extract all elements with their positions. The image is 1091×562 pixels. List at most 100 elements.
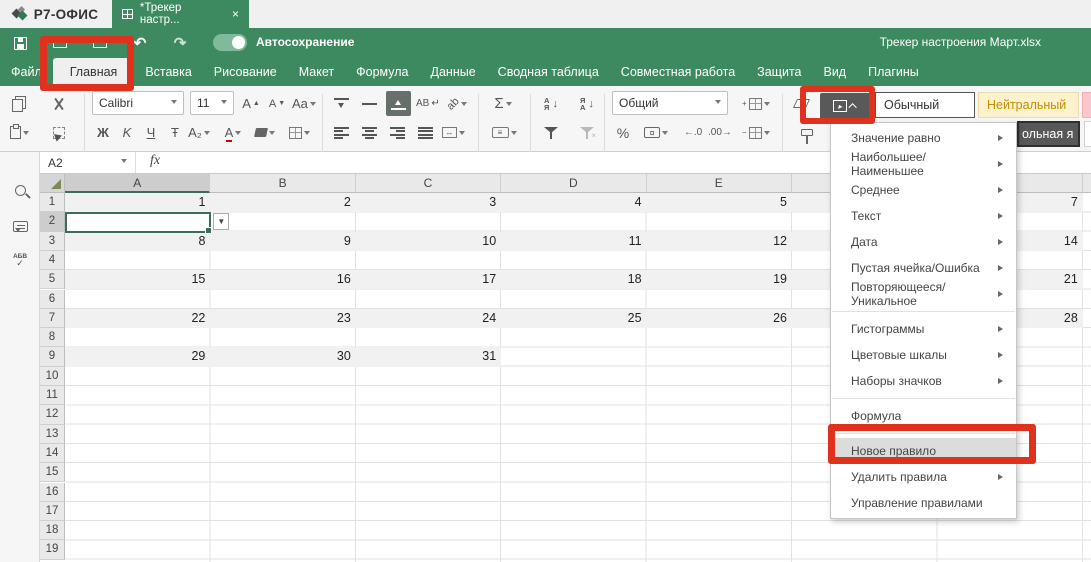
cf-menu-item[interactable]: Наибольшее/Наименьшее [831,151,1016,177]
increase-decimal-button[interactable]: .00→ [708,120,732,145]
sort-descending-button[interactable]: ЯА↓ [576,91,598,116]
clear-filter-button[interactable]: × [576,120,598,145]
cf-menu-item[interactable]: Значение равно [831,125,1016,151]
cell-value[interactable]: 11 [501,232,646,251]
row-header-15[interactable]: 15 [40,463,65,482]
search-button[interactable] [10,180,30,200]
row-header-6[interactable]: 6 [40,290,65,309]
copy-button[interactable] [8,91,30,116]
align-right-button[interactable] [386,120,408,145]
row-header-5[interactable]: 5 [40,270,65,289]
italic-button[interactable]: K [116,120,138,145]
cf-menu-item[interactable]: Пустая ячейка/Ошибка [831,255,1016,281]
cf-menu-item[interactable]: Гистограммы [831,316,1016,342]
strikethrough-button[interactable]: Ŧ [164,120,186,145]
autosum-button[interactable]: Σ [492,91,514,116]
cell-style-bad[interactable]: П [1082,92,1091,118]
document-tab[interactable]: *Трекер настр... × [112,0,249,28]
ribbon-tab-вид[interactable]: Вид [812,60,857,86]
row-header-11[interactable]: 11 [40,386,65,405]
select-tool-button[interactable] [48,120,70,145]
row-header-7[interactable]: 7 [40,309,65,328]
number-format-select[interactable]: Общий [612,91,728,115]
row-header-16[interactable]: 16 [40,483,65,502]
font-size-select[interactable]: 11 [190,91,234,115]
cell-value[interactable]: 10 [356,232,501,251]
cell-value[interactable]: 9 [210,232,355,251]
row-header-17[interactable]: 17 [40,502,65,521]
cell-value[interactable]: 29 [65,347,210,366]
ribbon-tab-защита[interactable]: Защита [746,60,812,86]
ribbon-tab-макет[interactable]: Макет [288,60,345,86]
row-header-2[interactable]: 2 [40,212,65,231]
cell-value[interactable]: 22 [65,309,210,328]
ribbon-tab-данные[interactable]: Данные [420,60,487,86]
fx-icon[interactable]: fx [142,153,168,169]
cell-value[interactable]: 23 [210,309,355,328]
cell-value[interactable]: 18 [501,270,646,289]
row-header-10[interactable]: 10 [40,367,65,386]
cell-value[interactable]: 17 [356,270,501,289]
align-center-button[interactable] [358,120,380,145]
row-header-18[interactable]: 18 [40,521,65,540]
cell-value[interactable]: 31 [356,347,501,366]
cf-menu-item[interactable]: Текст [831,203,1016,229]
decrease-font-button[interactable]: A▼ [266,91,288,116]
cell-value[interactable]: 3 [356,193,501,212]
cell-value[interactable]: 19 [647,270,792,289]
cell-value[interactable]: 16 [210,270,355,289]
cf-menu-item[interactable]: Управление правилами [831,490,1016,516]
cell-dropdown-button[interactable]: ▼ [213,213,229,230]
insert-cells-button[interactable]: + [742,91,770,116]
cell-style-next[interactable]: Г [1084,121,1091,147]
tab-close-icon[interactable]: × [232,7,239,21]
selected-cell[interactable] [65,212,211,232]
cell-value[interactable]: 26 [647,309,792,328]
align-bottom-button[interactable] [386,91,411,116]
cf-menu-item[interactable]: Дата [831,229,1016,255]
cf-menu-item[interactable]: Удалить правила [831,464,1016,490]
column-header-A[interactable]: A [65,174,210,193]
save-button[interactable] [10,33,30,53]
merge-cells-button[interactable]: ↔ [442,120,465,145]
cell-style-normal[interactable]: Обычный [875,92,975,118]
column-header-H[interactable]: H [1083,174,1091,193]
row-header-13[interactable]: 13 [40,425,65,444]
column-header-B[interactable]: B [210,174,355,193]
currency-style-button[interactable]: ¤ [644,120,668,145]
font-name-select[interactable]: Calibri [92,91,184,115]
row-header-4[interactable]: 4 [40,251,65,270]
row-header-8[interactable]: 8 [40,328,65,347]
paste-button[interactable] [8,120,30,145]
row-header-1[interactable]: 1 [40,193,65,212]
subscript-button[interactable]: A₂ [188,120,210,145]
font-color-button[interactable]: A [222,120,244,145]
named-ranges-button[interactable]: ≡ [492,120,517,145]
ribbon-tab-плагины[interactable]: Плагины [857,60,930,86]
row-header-9[interactable]: 9 [40,347,65,366]
comments-button[interactable] [10,216,30,236]
cell-style-check-cell[interactable]: ольная я [1017,121,1080,147]
cell-value[interactable]: 2 [210,193,355,212]
cut-button[interactable] [48,91,70,116]
cell-value[interactable]: 5 [647,193,792,212]
cell-style-neutral[interactable]: Нейтральный [978,92,1079,118]
percent-style-button[interactable]: % [612,120,634,145]
spellcheck-button[interactable]: АБВ✓ [10,250,30,270]
redo-button[interactable]: ↷ [170,33,190,53]
increase-font-button[interactable]: A▲ [240,91,262,116]
ribbon-tab-сводная-таблица[interactable]: Сводная таблица [487,60,610,86]
borders-button[interactable] [288,120,310,145]
cf-menu-item[interactable]: Наборы значков [831,368,1016,394]
cf-menu-item[interactable]: Повторяющееся/Уникальное [831,281,1016,307]
cell-reference-box[interactable]: A2 [40,152,136,173]
orientation-button[interactable]: ab [446,91,468,116]
cell-value[interactable]: 25 [501,309,646,328]
ribbon-tab-формула[interactable]: Формула [345,60,419,86]
column-header-C[interactable]: C [356,174,501,193]
row-header-12[interactable]: 12 [40,405,65,424]
ribbon-tab-совместная-работа[interactable]: Совместная работа [610,60,746,86]
column-header-E[interactable]: E [647,174,792,193]
autosave-toggle[interactable] [213,34,247,51]
underline-button[interactable]: Ч [140,120,162,145]
